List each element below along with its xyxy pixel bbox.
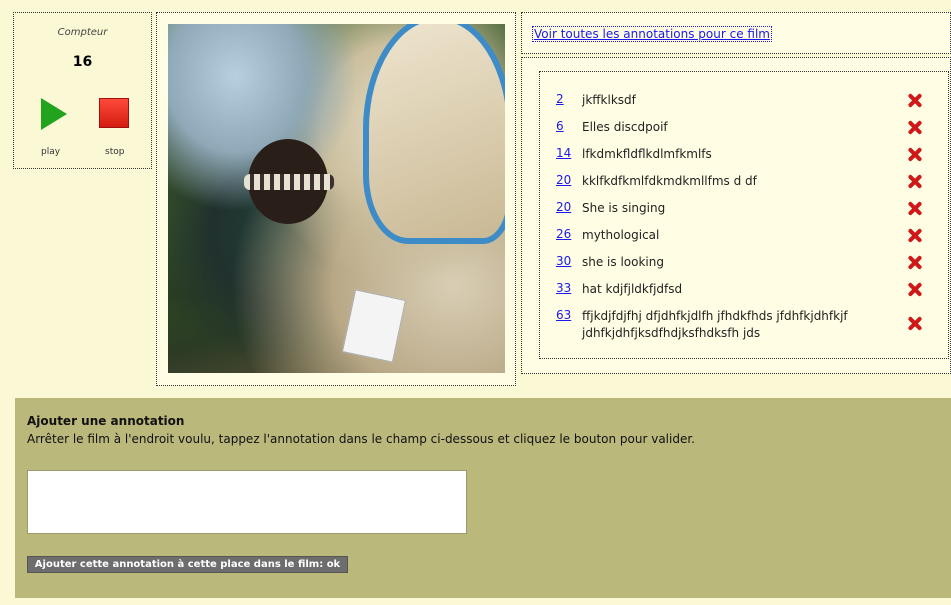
delete-icon[interactable] <box>907 201 921 215</box>
delete-icon[interactable] <box>907 174 921 188</box>
annotation-list-frame: 2 jkffklksdf 6 Elles discdpoif 14 lfkdmkfldfl… <box>521 57 951 374</box>
video-scene-badge <box>341 289 407 363</box>
annotation-text: She is singing <box>582 201 666 215</box>
video-frame <box>156 12 516 386</box>
annotation-text: lfkdmkfldflkdlmfkmlfs <box>582 147 712 161</box>
delete-icon[interactable] <box>907 255 921 269</box>
add-annotation-title: Ajouter une annotation <box>27 414 185 428</box>
stop-label: stop <box>105 147 125 157</box>
annotation-time-link[interactable]: 20 <box>556 200 571 214</box>
all-annotations-link[interactable]: Voir toutes les annotations pour ce film <box>532 26 772 42</box>
counter-value: 16 <box>72 54 93 70</box>
delete-icon[interactable] <box>907 316 921 330</box>
delete-icon[interactable] <box>907 228 921 242</box>
annotation-text: she is looking <box>582 255 664 269</box>
add-annotation-help: Arrêter le film à l'endroit voulu, tappe… <box>27 432 695 446</box>
video-scene-headband <box>244 174 334 190</box>
add-annotation-section: Ajouter une annotation Arrêter le film à… <box>15 398 951 598</box>
annotation-text: hat kdjfjldkfjdfsd <box>582 282 683 296</box>
annotation-text: ffjkdjfdjfhj dfjdhfkjdlfh jfhdkfhds jfdh… <box>582 309 848 340</box>
annotation-time-link[interactable]: 2 <box>556 92 564 106</box>
annotation-time-link[interactable]: 14 <box>556 146 571 160</box>
counter-panel: Compteur 16 play stop <box>13 12 152 169</box>
annotation-text: Elles discdpoif <box>582 120 668 134</box>
annotation-time-link[interactable]: 63 <box>556 308 571 322</box>
add-annotation-button[interactable]: Ajouter cette annotation à cette place d… <box>27 556 348 573</box>
annotation-time-link[interactable]: 6 <box>556 119 564 133</box>
annotation-text: mythological <box>582 228 660 242</box>
annotation-time-link[interactable]: 26 <box>556 227 571 241</box>
annotation-text: kklfkdfkmlfdkmdkmllfms d df <box>582 174 757 188</box>
annotation-input[interactable] <box>27 470 467 534</box>
annotation-list: 2 jkffklksdf 6 Elles discdpoif 14 lfkdmkfldfl… <box>539 71 949 359</box>
play-label: play <box>41 147 61 157</box>
annotation-text: jkffklksdf <box>582 93 636 107</box>
counter-label: Compteur <box>57 27 108 38</box>
delete-icon[interactable] <box>907 282 921 296</box>
annotation-time-link[interactable]: 20 <box>556 173 571 187</box>
play-icon[interactable] <box>41 98 67 130</box>
stop-icon[interactable] <box>99 98 129 128</box>
delete-icon[interactable] <box>907 93 921 107</box>
video-player[interactable] <box>168 24 505 373</box>
link-bar: Voir toutes les annotations pour ce film <box>521 12 951 54</box>
video-scene-hood <box>363 24 505 244</box>
annotation-time-link[interactable]: 30 <box>556 254 571 268</box>
delete-icon[interactable] <box>907 120 921 134</box>
annotation-time-link[interactable]: 33 <box>556 281 571 295</box>
delete-icon[interactable] <box>907 147 921 161</box>
